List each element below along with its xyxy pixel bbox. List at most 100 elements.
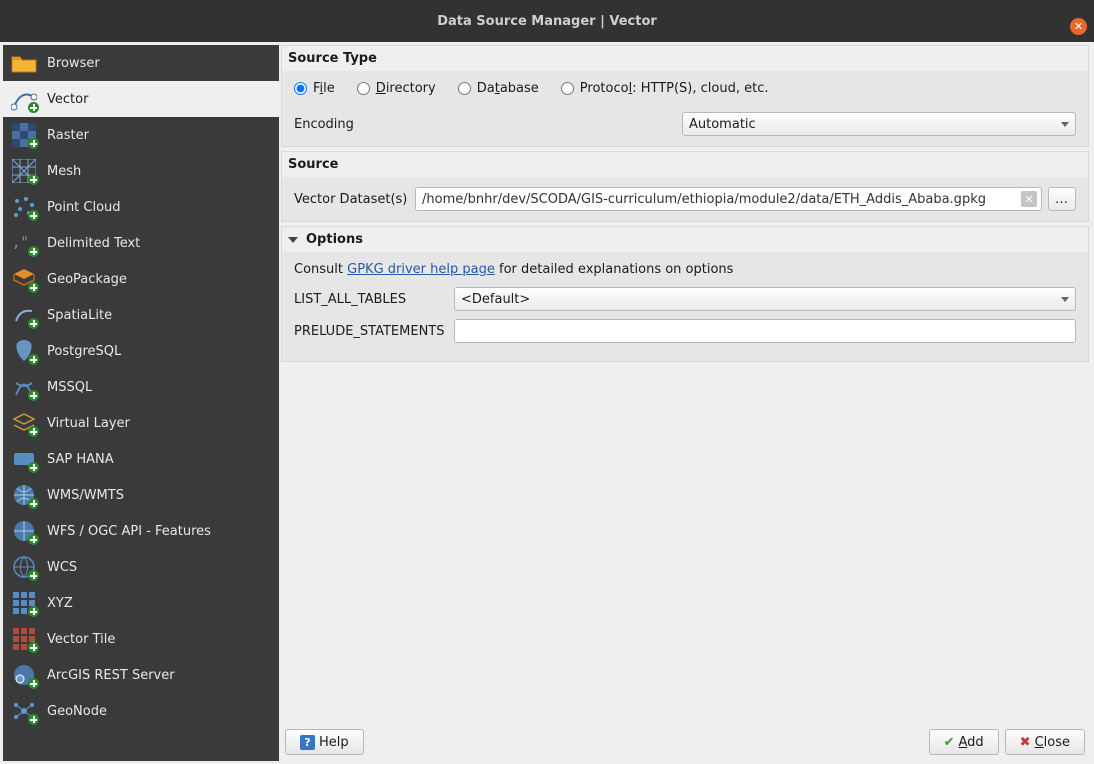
sidebar-item-wfs-ogc-api-features[interactable]: WFS / OGC API - Features [3,513,279,549]
sidebar-item-delimited-text[interactable]: ,"Delimited Text [3,225,279,261]
sidebar-item-postgresql[interactable]: PostgreSQL [3,333,279,369]
prelude-input[interactable] [454,319,1076,343]
options-toggle[interactable]: Options [282,227,1088,252]
sidebar-item-label: SpatiaLite [47,308,112,323]
sidebar-item-label: Point Cloud [47,200,121,215]
mssql-icon [9,373,39,401]
spatialite-icon [9,301,39,329]
geopackage-icon [9,265,39,293]
vectortile-icon [9,625,39,653]
chevron-down-icon [1061,122,1069,127]
virtuallayer-icon [9,409,39,437]
sidebar-item-geonode[interactable]: GeoNode [3,693,279,729]
radio-input[interactable] [294,82,307,95]
saphana-icon [9,445,39,473]
options-section: Options Consult GPKG driver help page fo… [281,226,1089,362]
source-type-radio-file[interactable]: File [294,81,335,96]
sidebar-item-mssql[interactable]: MSSQL [3,369,279,405]
sidebar-item-virtual-layer[interactable]: Virtual Layer [3,405,279,441]
close-button[interactable]: ✖ Close [1005,729,1085,755]
radio-input[interactable] [357,82,370,95]
encoding-combo[interactable]: Automatic [682,112,1076,136]
source-type-body: File Directory Database Protocol: HTTP(S), … [282,71,1088,146]
list-all-tables-value: <Default> [461,292,530,307]
dataset-input[interactable]: /home/bnhr/dev/SCODA/GIS-curriculum/ethi… [415,187,1042,211]
add-button[interactable]: ✔ Add [929,729,999,755]
vector-icon [9,85,39,113]
source-type-heading: Source Type [282,46,1088,71]
sidebar-item-label: Mesh [47,164,81,179]
filler [279,366,1091,723]
source-heading: Source [282,152,1088,177]
question-icon: ? [300,735,315,750]
source-body: Vector Dataset(s) /home/bnhr/dev/SCODA/G… [282,177,1088,221]
sidebar-item-wcs[interactable]: WCS [3,549,279,585]
window-close-button[interactable]: ✕ [1070,18,1087,35]
radio-label: Directory [376,81,436,96]
encoding-row: Encoding Automatic [294,112,1076,136]
clear-input-icon[interactable]: ✕ [1021,191,1037,207]
sidebar-item-label: WMS/WMTS [47,488,124,503]
sidebar-item-label: Vector [47,92,88,107]
sidebar-item-label: ArcGIS REST Server [47,668,175,683]
chevron-down-icon [1061,297,1069,302]
source-type-radio-directory[interactable]: Directory [357,81,436,96]
mesh-icon [9,157,39,185]
options-body: Consult GPKG driver help page for detail… [282,252,1088,361]
prelude-row: PRELUDE_STATEMENTS [294,319,1076,343]
folder-icon [9,49,39,77]
wfs-icon [9,517,39,545]
options-heading: Options [306,232,363,247]
dataset-row: Vector Dataset(s) /home/bnhr/dev/SCODA/G… [294,187,1076,211]
sidebar-item-label: Vector Tile [47,632,115,647]
geonode-icon [9,697,39,725]
list-all-tables-combo[interactable]: <Default> [454,287,1076,311]
window-title: Data Source Manager | Vector [437,14,657,29]
driver-help-link[interactable]: GPKG driver help page [347,262,495,277]
sidebar-item-raster[interactable]: Raster [3,117,279,153]
wms-icon [9,481,39,509]
radio-label: Database [477,81,539,96]
sidebar-item-xyz[interactable]: XYZ [3,585,279,621]
sidebar-item-browser[interactable]: Browser [3,45,279,81]
source-type-section: Source Type File Directory Database Protoco… [281,45,1089,147]
sidebar-item-vector-tile[interactable]: Vector Tile [3,621,279,657]
sidebar: Browser Vector Raster Mesh Point Cloud ,"Deli… [3,45,279,761]
dataset-label: Vector Dataset(s) [294,192,409,207]
svg-text:,": ," [12,235,29,251]
prelude-label: PRELUDE_STATEMENTS [294,324,446,339]
sidebar-item-label: Virtual Layer [47,416,130,431]
close-label: Close [1035,735,1070,750]
sidebar-item-wms-wmts[interactable]: WMS/WMTS [3,477,279,513]
sidebar-item-arcgis-rest-server[interactable]: ArcGIS REST Server [3,657,279,693]
sidebar-item-label: WFS / OGC API - Features [47,524,211,539]
source-type-radio-protocol-http-s-cloud-etc-[interactable]: Protocol: HTTP(S), cloud, etc. [561,81,769,96]
consult-prefix: Consult [294,262,347,277]
radio-input[interactable] [458,82,471,95]
sidebar-item-point-cloud[interactable]: Point Cloud [3,189,279,225]
sidebar-item-spatialite[interactable]: SpatiaLite [3,297,279,333]
pointcloud-icon [9,193,39,221]
sidebar-item-mesh[interactable]: Mesh [3,153,279,189]
sidebar-item-vector[interactable]: Vector [3,81,279,117]
source-section: Source Vector Dataset(s) /home/bnhr/dev/… [281,151,1089,222]
help-button[interactable]: ? Help [285,729,364,755]
sidebar-item-sap-hana[interactable]: SAP HANA [3,441,279,477]
dataset-value: /home/bnhr/dev/SCODA/GIS-curriculum/ethi… [422,192,986,207]
delimited-icon: ," [9,229,39,257]
add-label: Add [958,735,983,750]
sidebar-item-label: XYZ [47,596,73,611]
radio-input[interactable] [561,82,574,95]
sidebar-item-label: GeoNode [47,704,107,719]
sidebar-item-label: PostgreSQL [47,344,121,359]
sidebar-item-label: Raster [47,128,89,143]
list-all-tables-row: LIST_ALL_TABLES <Default> [294,287,1076,311]
options-hint: Consult GPKG driver help page for detail… [294,262,1076,277]
encoding-label: Encoding [294,117,674,132]
ellipsis-icon: … [1055,192,1069,207]
sidebar-item-geopackage[interactable]: GeoPackage [3,261,279,297]
browse-button[interactable]: … [1048,187,1076,211]
sidebar-item-label: WCS [47,560,77,575]
spacer [370,729,923,755]
source-type-radio-database[interactable]: Database [458,81,539,96]
